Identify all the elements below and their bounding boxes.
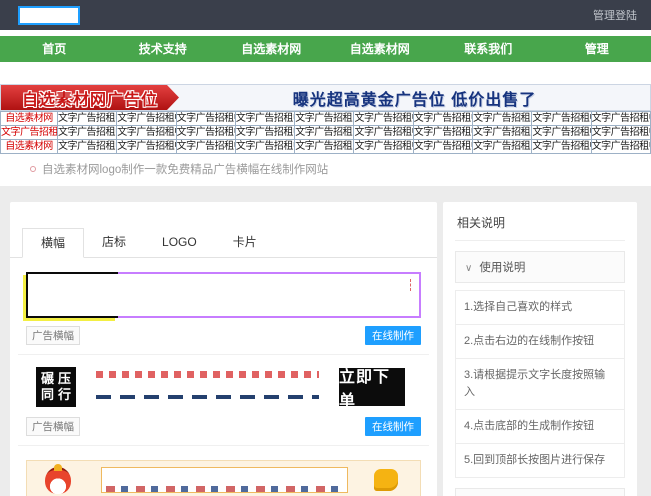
banner-preview-2[interactable]: 碾压 同行 立即下单 [26, 365, 421, 410]
divider [18, 445, 429, 446]
sidebar-list-item: 3.请根据提示文字长度按照输入 [456, 359, 624, 411]
sidebar-section-header-2[interactable]: ∨版权声明 [455, 488, 625, 496]
banner2-clipped-text [96, 368, 319, 406]
top-header-bar: 管理登陆 [0, 0, 651, 30]
nav-item-2[interactable]: 技术支持 [109, 36, 218, 62]
text-ad-slot[interactable]: 文字广告招租中 [294, 125, 355, 140]
text-ads-table: 自选素材网文字广告招租中文字广告招租中文字广告招租中文字广告招租中文字广告招租中… [0, 111, 651, 154]
text-ad-row-label[interactable]: 自选素材网 [0, 111, 58, 126]
text-ad-row-label[interactable]: 自选素材网 [0, 139, 58, 154]
text-ad-slot[interactable]: 文字广告招租中 [175, 125, 236, 140]
text-ad-slot[interactable]: 文字广告招租中 [56, 139, 118, 154]
text-ad-slot[interactable]: 文字广告招租中 [234, 111, 296, 126]
text-ad-slot[interactable]: 文字广告招租中 [590, 139, 651, 154]
clipped-mixed-text [106, 486, 343, 492]
site-logo[interactable] [18, 5, 80, 25]
text-ad-slot[interactable]: 文字广告招租中 [412, 139, 474, 154]
banner2-logo-line2: 同行 [40, 387, 75, 402]
upper-section: 管理登陆 首页 技术支持 自选素材网 自选素材网 联系我们 管理 自选素材网广告位 曝光超… [0, 0, 651, 186]
preview-tag: 广告横幅 [26, 417, 80, 436]
tab-横幅[interactable]: 横幅 [22, 228, 85, 258]
banner2-logo-line1: 碾压 [40, 371, 75, 387]
tab-卡片[interactable]: 卡片 [215, 228, 275, 257]
banner1-dashed-mark [410, 279, 411, 291]
promo-ribbon: 自选素材网广告位 [1, 85, 179, 110]
banner3-text-box [101, 467, 348, 493]
sidebar-title: 相关说明 [455, 212, 625, 241]
info-sidebar: 相关说明 ∨ 使用说明 1.选择自己喜欢的样式 2.点击右边的在线制作按钮 3.请根据提… [443, 202, 637, 496]
text-ad-slot[interactable]: 文字广告招租中 [116, 125, 177, 140]
clipped-red-text [96, 371, 319, 378]
promo-headline: 曝光超高黄金广告位 低价出售了 [292, 91, 537, 109]
nav-item-1[interactable]: 首页 [0, 36, 109, 62]
text-ad-slot[interactable]: 文字广告招租中 [353, 139, 414, 154]
order-now-box: 立即下单 [339, 368, 405, 410]
sidebar-list-item: 5.回到顶部长按图片进行保存 [464, 454, 606, 467]
text-ad-slot[interactable]: 文字广告招租中 [234, 125, 296, 140]
text-ad-slot[interactable]: 文字广告招租中 [56, 111, 118, 126]
text-ad-slot[interactable]: 文字广告招租中 [294, 111, 355, 126]
text-ad-slot[interactable]: 文字广告招租中 [56, 125, 118, 140]
make-online-button[interactable]: 在线制作 [365, 326, 421, 345]
templates-panel: 横幅 店标 LOGO 卡片 广告横幅 在线制作 碾压 同行 立即下单 广告横幅 … [10, 202, 437, 496]
text-ad-slot[interactable]: 文字广告招租中 [531, 139, 592, 154]
promo-ad-banner[interactable]: 自选素材网广告位 曝光超高黄金广告位 低价出售了 [0, 84, 651, 111]
nav-item-4[interactable]: 自选素材网 [326, 36, 435, 62]
sidebar-sections: ∨ 使用说明 1.选择自己喜欢的样式 2.点击右边的在线制作按钮 3.请根据提示文字长度… [455, 251, 625, 496]
text-ad-slot[interactable]: 文字广告招租中 [412, 111, 474, 126]
text-ad-slot[interactable]: 文字广告招租中 [472, 139, 533, 154]
text-ad-slot[interactable]: 文字广告招租中 [590, 111, 651, 126]
banner1-logo-frame [26, 272, 118, 318]
nav-item-5[interactable]: 联系我们 [434, 36, 543, 62]
chevron-down-icon: ∨ [465, 263, 473, 274]
text-ad-slot[interactable]: 文字广告招租中 [531, 125, 592, 140]
sidebar-section-header-1[interactable]: ∨ 使用说明 [455, 251, 625, 283]
text-ad-slot[interactable]: 文字广告招租中 [175, 139, 236, 154]
text-ad-row: 自选素材网文字广告招租中文字广告招租中文字广告招租中文字广告招租中文字广告招租中… [0, 139, 651, 154]
content-area: 横幅 店标 LOGO 卡片 广告横幅 在线制作 碾压 同行 立即下单 广告横幅 … [0, 186, 651, 496]
template-tabs: 横幅 店标 LOGO 卡片 [10, 228, 437, 258]
mascot-icon [45, 463, 71, 494]
sidebar-section-title: 使用说明 [479, 262, 526, 274]
nav-item-6[interactable]: 管理 [543, 36, 651, 62]
text-ad-row: 自选素材网文字广告招租中文字广告招租中文字广告招租中文字广告招租中文字广告招租中… [0, 111, 651, 126]
sidebar-list-item: 4.点击底部的生成制作按钮 [456, 410, 624, 445]
text-ad-slot[interactable]: 文字广告招租中 [472, 125, 533, 140]
divider [18, 354, 429, 355]
text-ad-slot[interactable]: 文字广告招租中 [590, 125, 651, 140]
text-ad-slot[interactable]: 文字广告招租中 [175, 111, 236, 126]
main-nav: 首页 技术支持 自选素材网 自选素材网 联系我们 管理 [0, 36, 651, 62]
sidebar-list-item: 1.选择自己喜欢的样式 [456, 291, 624, 326]
text-ad-slot[interactable]: 文字广告招租中 [116, 139, 177, 154]
text-ad-row: 文字广告招租中文字广告招租中文字广告招租中文字广告招租中文字广告招租中文字广告招… [0, 125, 651, 140]
text-ad-slot[interactable]: 文字广告招租中 [116, 111, 177, 126]
tab-店标[interactable]: 店标 [84, 228, 144, 257]
text-ad-slot[interactable]: 文字广告招租中 [353, 111, 414, 126]
text-ad-slot[interactable]: 文字广告招租中 [353, 125, 414, 140]
preview-tag: 广告横幅 [26, 326, 80, 345]
breadcrumb-text: 自选素材网logo制作一款免费精品广告横幅在线制作网站 [42, 164, 329, 176]
banner2-black-logo: 碾压 同行 [36, 367, 76, 407]
text-ad-row-label[interactable]: 文字广告招租中 [0, 125, 58, 140]
make-online-button[interactable]: 在线制作 [365, 417, 421, 436]
tab-LOGO[interactable]: LOGO [144, 228, 215, 257]
sidebar-list-item: 2.点击右边的在线制作按钮 [456, 325, 624, 360]
breadcrumb-dot-icon [30, 166, 36, 172]
sidebar-section-list: 1.选择自己喜欢的样式 2.点击右边的在线制作按钮 3.请根据提示文字长度按照输入 4… [455, 290, 625, 479]
previews-list: 广告横幅 在线制作 碾压 同行 立即下单 广告横幅 在线制作 [10, 272, 437, 496]
nav-item-3[interactable]: 自选素材网 [217, 36, 326, 62]
text-ad-slot[interactable]: 文字广告招租中 [412, 125, 474, 140]
text-ad-slot[interactable]: 文字广告招租中 [472, 111, 533, 126]
thumb-icon [374, 469, 398, 491]
clipped-blue-text [96, 395, 319, 399]
admin-login-link[interactable]: 管理登陆 [593, 7, 637, 23]
text-ad-slot[interactable]: 文字广告招租中 [531, 111, 592, 126]
text-ad-slot[interactable]: 文字广告招租中 [234, 139, 296, 154]
text-ad-slot[interactable]: 文字广告招租中 [294, 139, 355, 154]
breadcrumb: 自选素材网logo制作一款免费精品广告横幅在线制作网站 [0, 154, 651, 186]
banner-preview-1[interactable] [26, 272, 421, 318]
banner-preview-3[interactable] [26, 460, 421, 496]
